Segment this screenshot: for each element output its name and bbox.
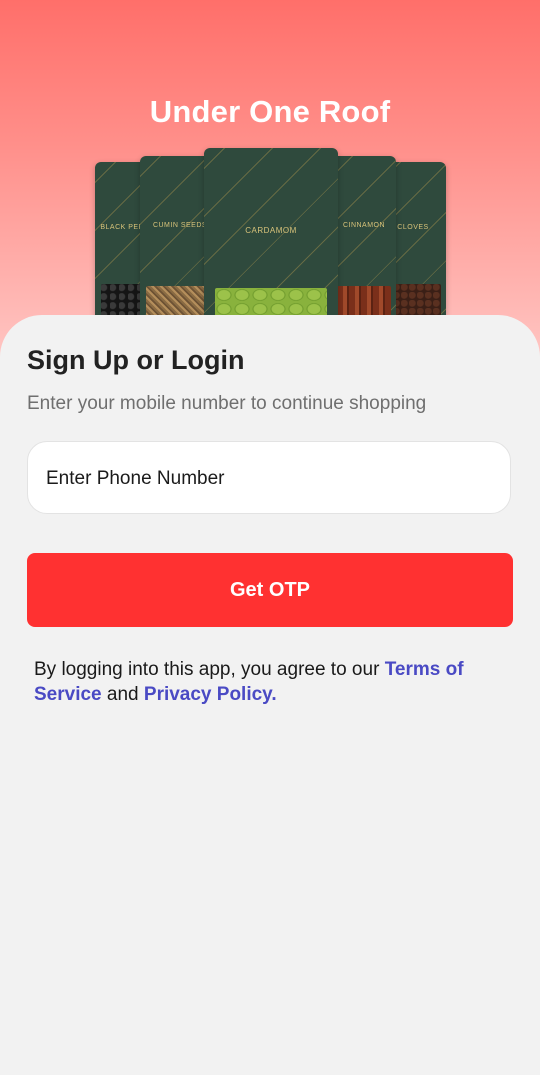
spice-packet: CARDAMOM [204,148,338,322]
spice-packet: CINNAMON [332,156,396,322]
hero-banner: Under One Roof BLACK PEPPER CUMIN SEEDS … [0,0,540,360]
spice-packet-window [337,286,391,318]
spice-packets-image: BLACK PEPPER CUMIN SEEDS CLOVES CINNAMON… [0,0,540,360]
terms-middle: and [101,684,144,705]
spice-packet-label: CARDAMOM [245,226,297,235]
terms-prefix: By logging into this app, you agree to o… [34,659,385,680]
spice-packet-label: CINNAMON [342,222,386,229]
get-otp-button[interactable]: Get OTP [27,553,513,627]
privacy-policy-link[interactable]: Privacy Policy. [144,684,277,705]
page-title: Sign Up or Login [27,345,245,375]
terms-text: By logging into this app, you agree to o… [34,657,514,707]
phone-input[interactable] [44,442,498,515]
page-subtitle: Enter your mobile number to continue sho… [27,393,427,414]
phone-field [27,441,511,515]
